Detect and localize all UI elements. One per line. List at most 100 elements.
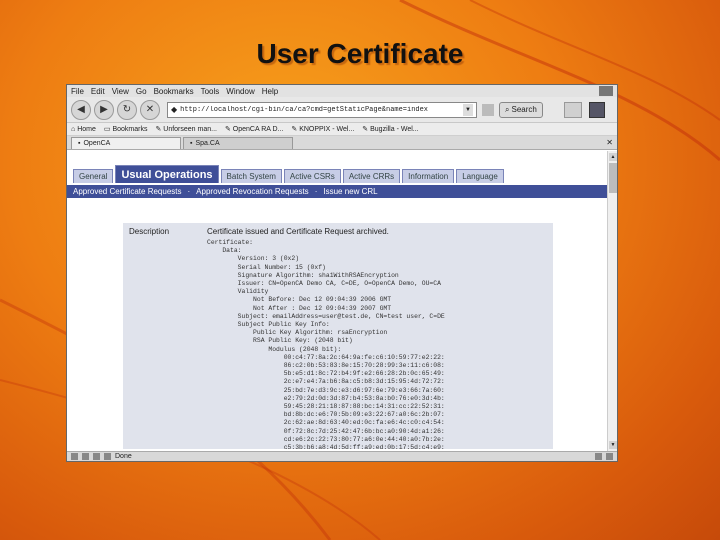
bookmark-home[interactable]: ⌂ Home [71,126,96,133]
menu-bar: File Edit View Go Bookmarks Tools Window… [67,85,617,97]
menu-window[interactable]: Window [226,87,254,96]
reload-button[interactable]: ↻ [117,99,137,120]
search-button[interactable]: ⌕ Search [499,101,543,118]
description-text: Certificate issued and Certificate Reque… [207,227,389,236]
bookmark-knoppix[interactable]: ✎ KNOPPIX - Wel... [291,125,354,133]
reload-icon: ↻ [122,104,132,115]
ca-subnav: Approved Certificate Requests · Approved… [67,185,607,198]
browser-window: File Edit View Go Bookmarks Tools Window… [66,84,618,462]
back-button[interactable]: ◀ [71,99,91,120]
certificate-line: Data: [207,247,242,255]
certificate-line: 2c:62:ae:8d:63:40:ed:0c:fa:e6:4c:c0:c4:5… [207,419,445,427]
certificate-line: Modulus (2048 bit): [207,345,342,353]
certificate-line: 59:45:28:21:18:87:88:bc:14:31:cc:22:52:3… [207,403,445,411]
menu-go[interactable]: Go [136,87,147,96]
vertical-scrollbar[interactable]: ▲ ▼ [607,151,617,451]
status-text: Done [115,453,132,460]
certificate-line: 25:bd:7e:d3:9c:e3:d6:97:6e:79:e3:66:7a:6… [207,386,445,394]
menu-view[interactable]: View [112,87,129,96]
ca-tab-active-csrs[interactable]: Active CSRs [283,169,341,183]
menu-help[interactable]: Help [262,87,278,96]
status-icon [606,453,613,460]
page-icon: ◆ [171,105,178,114]
ca-tab-usual-operations[interactable]: Usual Operations [115,165,219,183]
browser-logo-icon [599,86,613,96]
certificate-line: Issuer: CN=OpenCA Demo CA, C=DE, O=OpenC… [207,280,441,288]
bookmark-icon: ✎ [224,126,233,133]
scroll-up-icon[interactable]: ▲ [609,153,617,161]
navigation-toolbar: ◀ ▶ ↻ ✕ ◆ http://localhost/cgi-bin/ca/ca… [67,97,617,123]
security-lock-icon[interactable] [595,453,602,460]
ca-tab-general[interactable]: General [73,169,114,183]
tab-favicon-icon: ▪ [190,140,193,147]
bookmark-bugzilla[interactable]: ✎ Bugzilla - Wel... [362,125,418,133]
status-icon [93,453,100,460]
tab-favicon-icon: ▪ [78,140,81,147]
forward-arrow-icon: ▶ [100,104,108,115]
certificate-line: Signature Algorithm: sha1WithRSAEncrypti… [207,271,399,279]
stop-icon: ✕ [145,104,155,115]
certificate-line: Serial Number: 15 (0xf) [207,263,326,271]
certificate-line: 2c:e7:e4:7a:b6:8a:c5:b8:3d:15:95:4d:72:7… [207,378,445,386]
page-content: General Usual Operations Batch System Ac… [67,151,607,451]
certificate-line: c5:3b:b6:a8:4d:5d:ff:a9:ed:0b:17:5d:c4:e… [207,444,445,449]
menu-bookmarks[interactable]: Bookmarks [154,87,194,96]
certificate-line: Not Before: Dec 12 09:04:39 2006 GMT [207,296,392,304]
bookmark-unforseen[interactable]: ✎ Unforseen man... [155,125,217,133]
browser-tab-openca[interactable]: ▪ OpenCA [71,137,181,149]
status-bar: Done [67,451,617,461]
print-icon[interactable] [563,101,582,118]
status-icon [71,453,78,460]
certificate-line: Subject Public Key Info: [207,321,330,329]
certificate-text: Certificate: Data: Version: 3 (0x2) Seri… [207,239,445,449]
close-tab-icon[interactable]: ✕ [606,138,613,147]
certificate-line: Public Key Algorithm: rsaEncryption [207,329,388,337]
certificate-panel: Description Certificate issued and Certi… [123,223,553,449]
subnav-approved-cert-requests[interactable]: Approved Certificate Requests [73,187,182,196]
bookmark-icon: ✎ [362,126,371,133]
slide-title: User Certificate [256,38,464,69]
menu-edit[interactable]: Edit [91,87,105,96]
url-input[interactable]: ◆ http://localhost/cgi-bin/ca/ca?cmd=get… [167,101,477,118]
certificate-line: 5b:e5:d1:8c:72:b4:9f:e2:66:28:2b:0c:65:4… [207,370,445,378]
subnav-approved-revocation-requests[interactable]: Approved Revocation Requests [196,187,309,196]
certificate-line: 00:c4:77:8a:2c:64:9a:fe:c6:10:59:77:e2:2… [207,353,445,361]
url-dropdown-icon[interactable]: ▼ [463,103,473,116]
url-text: http://localhost/cgi-bin/ca/ca?cmd=getSt… [180,105,428,114]
ca-tab-active-crrs[interactable]: Active CRRs [342,169,401,183]
ca-tab-information[interactable]: Information [402,169,455,183]
ca-tab-batch-system[interactable]: Batch System [220,169,282,183]
scroll-down-icon[interactable]: ▼ [609,441,617,449]
certificate-line: bd:8b:dc:e6:70:5b:09:e3:22:67:a0:6c:2b:0… [207,411,445,419]
browser-tab-spaca[interactable]: ▪ Spa.CA [183,137,293,149]
bookmarks-toolbar: ⌂ Home ▭ Bookmarks ✎ Unforseen man... ✎ … [67,123,617,136]
certificate-line: 0f:72:8c:7d:25:42:47:6b:bc:a0:90:4d:a1:2… [207,427,445,435]
certificate-line: 86:c2:0b:53:83:8e:15:70:28:99:3e:11:c6:0… [207,362,445,370]
bookmark-openca[interactable]: ✎ OpenCA RA D... [225,125,283,133]
certificate-line: e2:79:2d:0d:3d:87:b4:53:8a:b0:76:e0:3d:4… [207,394,445,402]
certificate-line: Subject: emailAddress=user@test.de, CN=t… [207,312,445,320]
bookmark-bookmarks[interactable]: ▭ Bookmarks [104,125,148,133]
back-arrow-icon: ◀ [77,104,85,115]
throbber-icon [588,101,605,118]
certificate-line: Validity [207,288,269,296]
description-label: Description [129,227,170,236]
ca-tab-language[interactable]: Language [456,169,504,183]
forward-button[interactable]: ▶ [94,99,114,120]
go-button[interactable] [482,103,494,116]
certificate-line: Not After : Dec 12 09:04:39 2007 GMT [207,304,392,312]
search-label: Search [511,105,537,114]
certificate-line: Certificate: [207,239,254,246]
stop-button[interactable]: ✕ [140,99,160,120]
status-icon [82,453,89,460]
menu-tools[interactable]: Tools [201,87,220,96]
ca-tab-bar: General Usual Operations Batch System Ac… [73,165,504,183]
menu-file[interactable]: File [71,87,84,96]
certificate-line: RSA Public Key: (2048 bit) [207,337,353,345]
subnav-issue-new-crl[interactable]: Issue new CRL [323,187,377,196]
certificate-line: Version: 3 (0x2) [207,255,300,263]
search-icon: ⌕ [505,104,510,114]
browser-tab-strip: ▪ OpenCA ▪ Spa.CA ✕ [67,136,617,150]
scroll-thumb[interactable] [609,163,617,193]
status-icon [104,453,111,460]
